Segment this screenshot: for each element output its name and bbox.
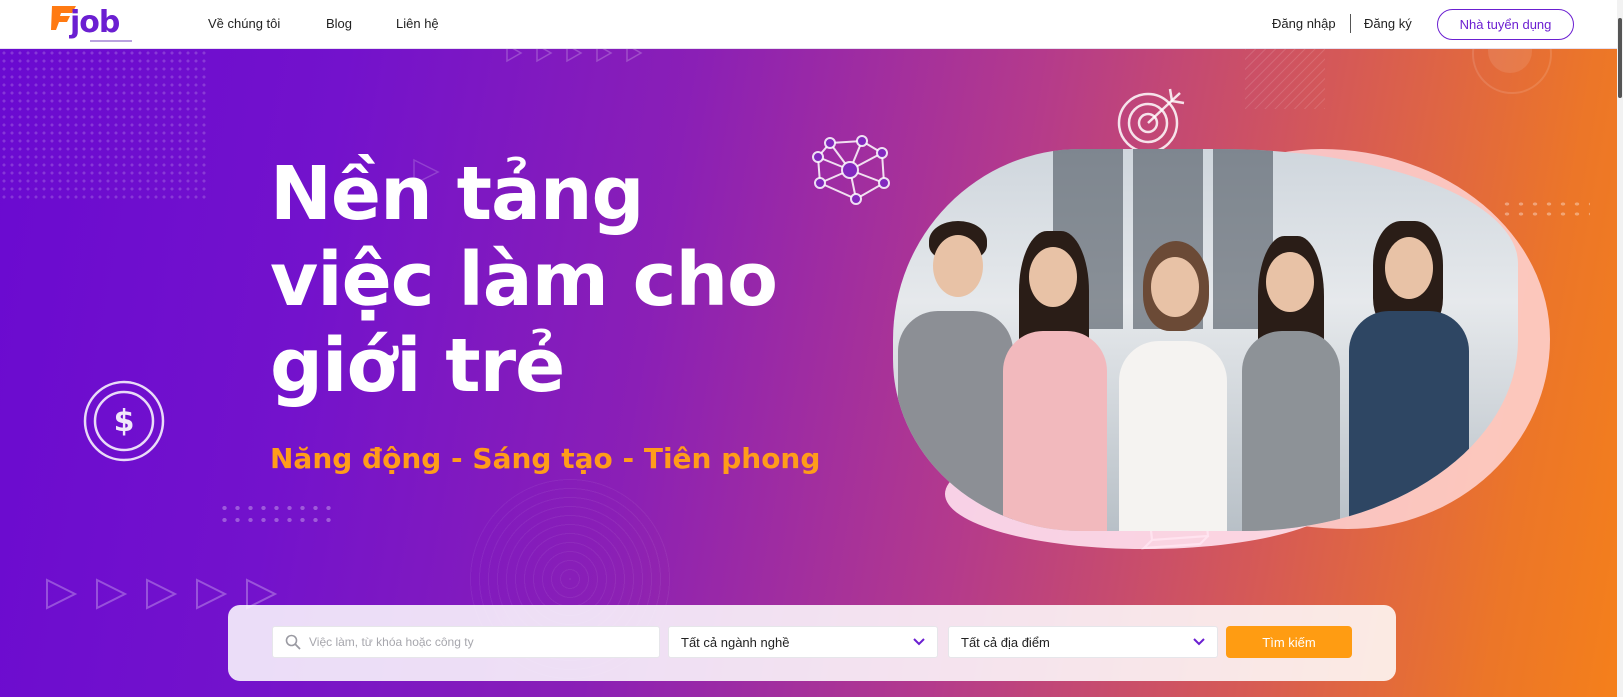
photo-person	[1343, 221, 1473, 531]
chevron-down-icon	[913, 638, 925, 646]
keyword-search-field[interactable]	[272, 626, 660, 658]
page-scrollbar[interactable]	[1617, 0, 1623, 697]
photo-person	[1228, 236, 1348, 531]
location-select-value: Tất cả địa điểm	[961, 634, 1050, 650]
decor-square-dots	[218, 502, 338, 522]
hero-banner: Nền tảng việc làm cho giới trẻ Năng động…	[0, 49, 1623, 697]
dollar-icon: $	[83, 380, 165, 462]
hero-team-photo	[893, 149, 1518, 531]
nav-separator	[1350, 14, 1351, 33]
chevron-down-icon	[1193, 638, 1205, 646]
keyword-search-input[interactable]	[309, 627, 659, 657]
logo-tagline-mark	[90, 40, 132, 42]
search-button[interactable]: Tìm kiếm	[1226, 626, 1352, 658]
target-icon	[1117, 88, 1185, 154]
decor-square-dots	[1500, 199, 1590, 219]
headline-line: việc làm cho	[270, 237, 778, 323]
scrollbar-thumb[interactable]	[1618, 18, 1622, 98]
search-icon	[285, 634, 301, 650]
nav-link-blog[interactable]: Blog	[326, 16, 352, 31]
photo-person	[1113, 241, 1233, 531]
employer-button[interactable]: Nhà tuyển dụng	[1437, 9, 1574, 40]
hero-headline: Nền tảng việc làm cho giới trẻ	[270, 151, 830, 409]
location-select[interactable]: Tất cả địa điểm	[948, 626, 1218, 658]
nav-link-about[interactable]: Về chúng tôi	[208, 16, 280, 31]
fjob-logo[interactable]: job	[48, 4, 138, 44]
photo-person	[993, 231, 1113, 531]
decor-dot-pattern	[0, 49, 210, 199]
top-navbar: job Về chúng tôi Blog Liên hệ Đăng nhập …	[0, 0, 1623, 49]
headline-line: giới trẻ	[270, 323, 565, 409]
decor-play-triangles	[506, 49, 643, 63]
decor-stripe-pattern	[1245, 49, 1325, 109]
network-icon	[812, 135, 890, 205]
industry-select-value: Tất cả ngành nghề	[681, 634, 790, 650]
logo-wordmark: job	[70, 5, 120, 40]
nav-link-contact[interactable]: Liên hệ	[396, 16, 439, 31]
headline-line: Nền tảng	[270, 151, 645, 237]
hero-tagline: Năng động - Sáng tạo - Tiên phong	[270, 442, 821, 475]
svg-text:$: $	[114, 404, 135, 439]
job-search-panel: Tất cả ngành nghề Tất cả địa điểm Tìm ki…	[228, 605, 1396, 681]
login-link[interactable]: Đăng nhập	[1272, 16, 1336, 31]
industry-select[interactable]: Tất cả ngành nghề	[668, 626, 938, 658]
register-link[interactable]: Đăng ký	[1364, 16, 1412, 31]
